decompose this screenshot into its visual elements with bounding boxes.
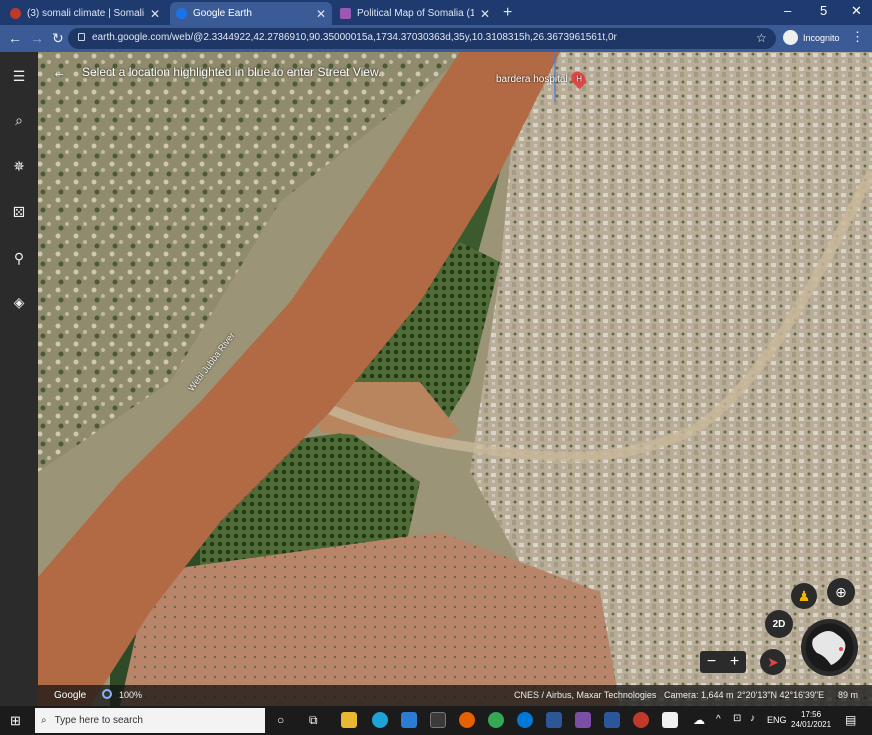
search-placeholder: Type here to search [54,715,143,726]
tab-somali-climate[interactable]: (3) somali climate | Somali Spot ✕ [4,2,166,25]
google-logo: Google [54,690,87,701]
new-tab-button[interactable]: + [503,4,512,22]
my-location-icon[interactable]: ⊕ [827,578,855,606]
incognito-label: Incognito [803,32,840,43]
zoom-in-button[interactable]: + [730,653,739,671]
chevron-up-icon[interactable]: ^ [716,714,721,725]
notifications-icon[interactable]: ▤ [845,713,856,727]
globe-icon[interactable] [801,619,858,676]
close-window-button[interactable]: ✕ [851,3,862,19]
tab-title: Google Earth [193,8,252,19]
cortana-icon[interactable]: ○ [277,713,284,727]
store-icon[interactable] [430,712,446,728]
taskbar-search-input[interactable]: ⌕ Type here to search [35,708,265,733]
volume-icon[interactable]: ♪ [750,713,755,724]
satellite-imagery [0,52,872,706]
reload-icon[interactable]: ↻ [52,30,64,47]
windows-start-icon[interactable]: ⊞ [10,713,21,729]
pegman-icon[interactable]: ♟ [791,583,817,609]
bookmark-star-icon[interactable]: ☆ [756,31,767,45]
back-arrow-icon[interactable]: ← [52,64,66,80]
incognito-icon [783,30,798,45]
chrome-incognito-icon[interactable] [633,712,649,728]
tab-title: (3) somali climate | Somali Spot [27,8,144,19]
elevation: 89 m [838,690,859,700]
word-icon[interactable] [604,712,620,728]
imagery-attribution[interactable]: CNES / Airbus, Maxar Technologies [514,690,656,700]
zoom-percentage: 100% [119,690,143,700]
url-text: earth.google.com/web/@2.3344922,42.27869… [92,32,617,43]
weather-icon[interactable]: ☁ [693,713,705,727]
firefox-icon[interactable] [459,712,475,728]
earth-status-bar: Google 100% CNES / Airbus, Maxar Technol… [38,685,872,706]
earth-map-view[interactable] [0,52,872,706]
app-icon[interactable] [575,712,591,728]
address-bar[interactable]: earth.google.com/web/@2.3344922,42.27869… [68,28,776,49]
zoom-out-button[interactable]: − [707,653,716,671]
close-tab-icon[interactable]: ✕ [480,7,490,21]
hospital-marker[interactable]: bardera hospital H [496,68,589,90]
zoom-control: − + [700,651,746,673]
poi-label: bardera hospital [496,73,568,85]
task-view-icon[interactable]: ⧉ [309,713,318,728]
camera-altitude: Camera: 1,644 m [664,690,734,700]
voyager-icon[interactable]: ✵ [9,156,29,176]
search-icon[interactable]: ⌕ [9,110,29,130]
clock-time: 17:56 [801,710,822,719]
tab-title: Political Map of Somalia (1200 p [357,8,474,19]
close-tab-icon[interactable]: ✕ [316,7,326,21]
file-explorer-icon[interactable] [341,712,357,728]
coordinates: 2°20'13"N 42°16'39"E [737,690,825,700]
street-view-banner: ← Select a location highlighted in blue … [52,64,381,80]
language-indicator[interactable]: ENG [767,715,787,725]
browser-menu-icon[interactable]: ⋮ [851,29,864,45]
menu-icon[interactable]: ☰ [9,66,29,86]
map-style-icon[interactable]: ◈ [9,292,29,312]
visio-icon[interactable] [546,712,562,728]
document-icon[interactable] [662,712,678,728]
feeling-lucky-icon[interactable]: ⚄ [9,202,29,222]
forward-arrow-icon[interactable]: → [30,30,44,46]
2d-toggle-button[interactable]: 2D [765,610,793,638]
street-view-instruction: Select a location highlighted in blue to… [82,65,382,79]
back-arrow-icon[interactable]: ← [8,30,22,46]
system-clock[interactable]: 17:56 24/01/2021 [791,710,831,730]
tab-strip: (3) somali climate | Somali Spot ✕ Googl… [0,0,872,25]
minimize-button[interactable]: – [784,3,791,18]
chrome-icon[interactable] [488,712,504,728]
windows-taskbar: ⊞ ⌕ Type here to search ○ ⧉ ☁ ^ ⊡ ♪ ENG … [0,706,872,735]
somalispot-favicon-icon [10,8,21,19]
edge-icon[interactable] [372,712,388,728]
lock-icon [78,33,85,41]
edge-dev-icon[interactable] [517,712,533,728]
map-favicon-icon [340,8,351,19]
network-icon[interactable]: ⊡ [733,713,741,724]
search-icon: ⌕ [41,715,47,726]
close-tab-icon[interactable]: ✕ [150,7,160,21]
restore-button[interactable]: 5 [820,3,827,18]
clock-date: 24/01/2021 [791,720,832,729]
incognito-indicator[interactable]: Incognito [783,29,840,46]
loading-indicator-icon [102,689,112,699]
earth-side-rail: ☰ ⌕ ✵ ⚄ ⚲ ◈ [0,52,38,706]
tab-google-earth[interactable]: Google Earth ✕ [170,2,332,25]
google-earth-favicon-icon [176,8,187,19]
mail-icon[interactable] [401,712,417,728]
compass-icon[interactable]: ➤ [760,649,786,675]
tab-political-map[interactable]: Political Map of Somalia (1200 p ✕ [334,2,496,25]
browser-toolbar: ← → ↻ earth.google.com/web/@2.3344922,42… [0,25,872,52]
projects-icon[interactable]: ⚲ [9,248,29,268]
